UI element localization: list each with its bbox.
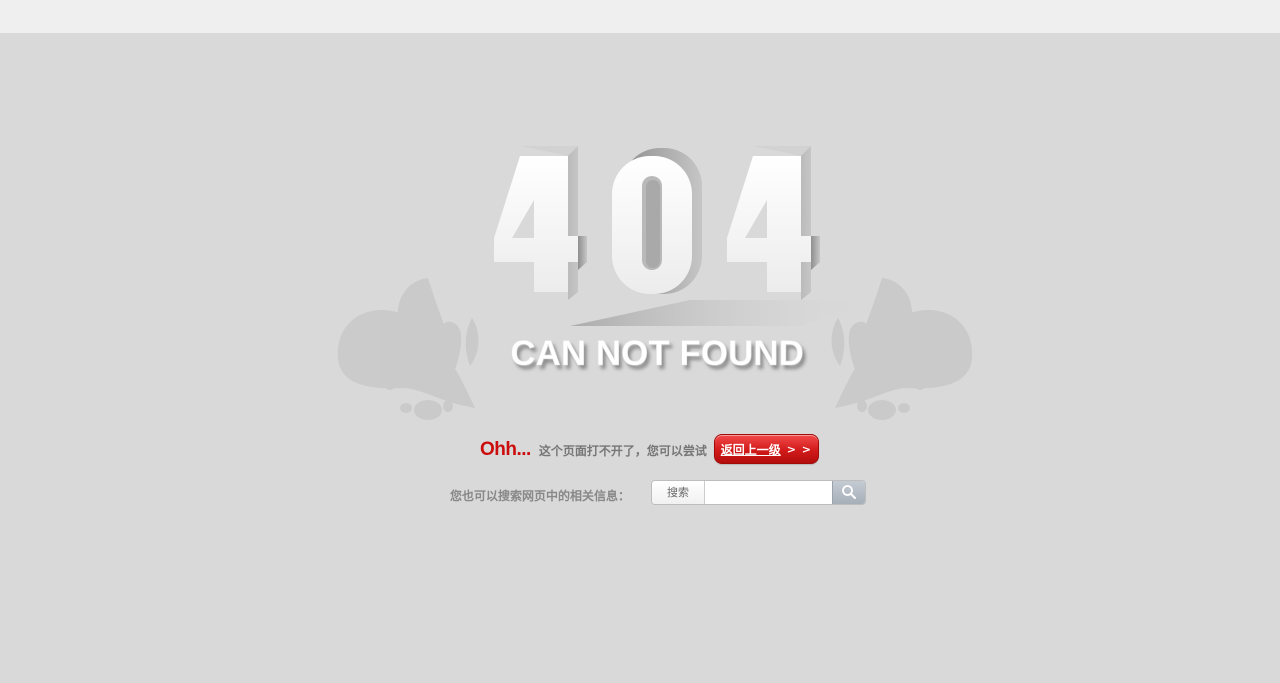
search-scope-label[interactable]: 搜索	[652, 480, 706, 504]
error-message: CAN NOT FOUND CAN NOT FOUND	[510, 334, 807, 377]
top-bar	[0, 0, 1280, 33]
search-input[interactable]	[705, 480, 833, 504]
back-button[interactable]: 返回上一级 > >	[713, 434, 819, 464]
search-hint-text: 您也可以搜索网页中的相关信息：	[450, 488, 631, 503]
digit-0	[612, 148, 702, 294]
search-icon	[842, 485, 857, 499]
decorative-splash-right	[831, 278, 973, 420]
hint-text: 这个页面打不开了，您可以尝试	[538, 443, 707, 458]
error-message-text: CAN NOT FOUND	[510, 334, 804, 373]
error-illustration: CAN NOT FOUND CAN NOT FOUND	[330, 140, 980, 440]
search-row: 您也可以搜索网页中的相关信息： 搜索	[450, 479, 867, 505]
digits-shadow	[570, 300, 875, 326]
exclaim-text: Ohh...	[480, 438, 531, 460]
back-button-arrows: > >	[786, 442, 812, 456]
search-box: 搜索	[651, 479, 867, 505]
digit-4-left	[494, 146, 587, 300]
back-button-label: 返回上一级	[720, 442, 781, 457]
search-button[interactable]	[832, 480, 866, 504]
digit-4-right	[727, 146, 820, 300]
error-prompt-row: Ohh... 这个页面打不开了，您可以尝试 返回上一级 > >	[480, 432, 819, 466]
decorative-splash-left	[337, 278, 479, 420]
